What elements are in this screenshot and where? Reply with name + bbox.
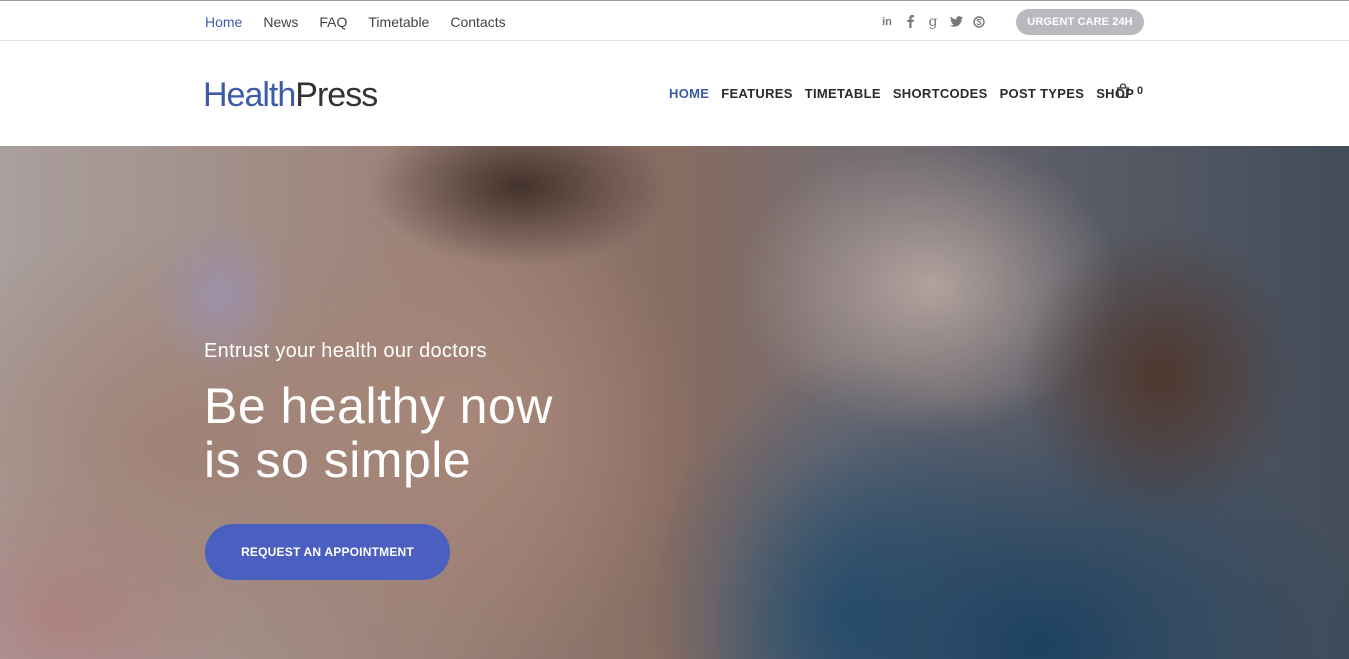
top-nav-contacts[interactable]: Contacts [450, 14, 505, 30]
top-nav: Home News FAQ Timetable Contacts [205, 14, 527, 30]
site-logo[interactable]: HealthPress [203, 75, 378, 115]
main-nav: HOME FEATURES TIMETABLE SHORTCODES POST … [669, 86, 1146, 102]
main-header: HealthPress HOME FEATURES TIMETABLE SHOR… [0, 41, 1349, 146]
main-nav-features[interactable]: FEATURES [721, 86, 793, 102]
hero-banner: Entrust your health our doctors Be healt… [0, 146, 1349, 659]
hero-content: Entrust your health our doctors Be healt… [204, 339, 553, 487]
top-nav-faq[interactable]: FAQ [319, 14, 347, 30]
top-nav-home[interactable]: Home [205, 14, 242, 30]
request-appointment-button[interactable]: REQUEST AN APPOINTMENT [205, 524, 450, 580]
main-nav-home[interactable]: HOME [669, 86, 709, 102]
hero-subtitle: Entrust your health our doctors [204, 340, 487, 362]
logo-text-press: Press [295, 76, 378, 114]
cart-count: 0 [1137, 84, 1144, 97]
skype-icon[interactable] [972, 14, 986, 29]
top-nav-news[interactable]: News [263, 14, 298, 30]
urgent-care-button[interactable]: URGENT CARE 24H [1016, 9, 1144, 35]
social-links: in g [880, 14, 986, 29]
shopping-bag-icon [1116, 83, 1130, 98]
hero-title-line2: is so simple [204, 432, 472, 488]
main-nav-timetable[interactable]: TIMETABLE [805, 86, 881, 102]
cart-button[interactable]: 0 [1116, 83, 1143, 98]
twitter-icon[interactable] [949, 14, 963, 29]
main-nav-shortcodes[interactable]: SHORTCODES [893, 86, 988, 102]
linkedin-icon[interactable]: in [880, 14, 894, 29]
hero-title-line1: Be healthy now [204, 378, 553, 434]
facebook-icon[interactable] [903, 14, 917, 29]
logo-text-health: Health [203, 76, 296, 114]
hero-title: Be healthy now is so simple [204, 379, 553, 487]
google-plus-icon[interactable]: g [926, 14, 940, 29]
top-bar: Home News FAQ Timetable Contacts in g UR… [0, 0, 1349, 41]
top-nav-timetable[interactable]: Timetable [368, 14, 429, 30]
main-nav-post-types[interactable]: POST TYPES [1000, 86, 1085, 102]
